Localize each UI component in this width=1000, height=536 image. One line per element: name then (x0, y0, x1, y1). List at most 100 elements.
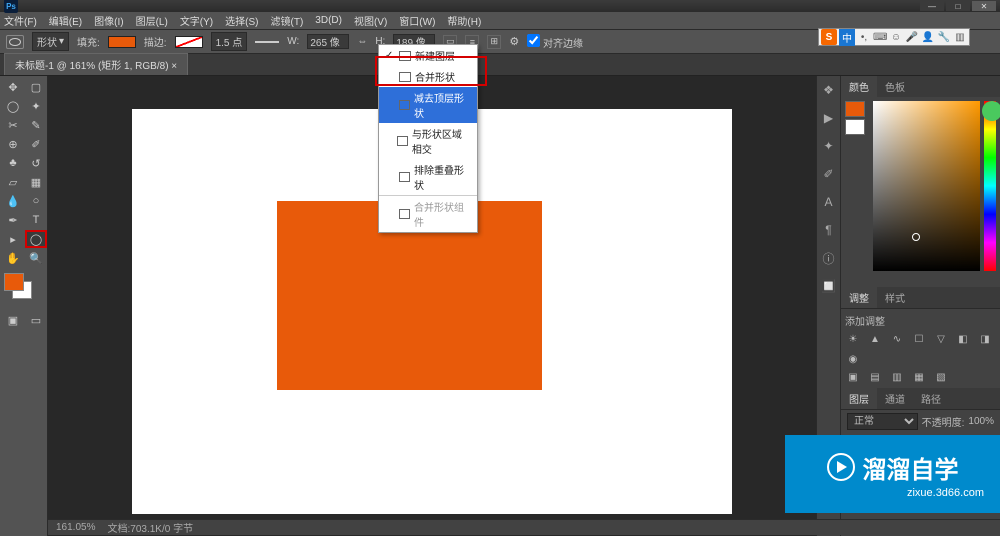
adj-selective-icon[interactable]: ▧ (933, 370, 949, 384)
fg-mini-swatch[interactable] (845, 101, 865, 117)
gradient-tool[interactable]: ▦ (25, 173, 47, 191)
path-arrange-button[interactable]: ⊞ (487, 35, 501, 49)
dock-info-icon[interactable]: ⓘ (821, 250, 837, 266)
screen-mode-button[interactable]: ▭ (25, 311, 47, 329)
dock-properties-icon[interactable]: ✦ (821, 138, 837, 154)
menu-image[interactable]: 图像(I) (94, 13, 123, 28)
adj-brightness-icon[interactable]: ☀ (845, 332, 861, 346)
adj-levels-icon[interactable]: ▲ (867, 332, 883, 346)
zoom-level[interactable]: 161.05% (56, 522, 95, 533)
quick-mask-button[interactable]: ▣ (2, 311, 24, 329)
marquee-tool[interactable]: ▢ (25, 78, 47, 96)
ime-skin-icon[interactable]: ▥ (953, 32, 967, 43)
ime-toolbar[interactable]: S 中 •, ⌨ ☺ 🎤 👤 🔧 ▥ (818, 28, 970, 46)
dock-character-icon[interactable]: A (821, 194, 837, 210)
menu-3d[interactable]: 3D(D) (315, 15, 342, 26)
adj-posterize-icon[interactable]: ▤ (867, 370, 883, 384)
menu-type[interactable]: 文字(Y) (180, 13, 213, 28)
swatches-panel-tab[interactable]: 色板 (877, 76, 913, 97)
hand-tool[interactable]: ✋ (2, 249, 24, 267)
menu-edit[interactable]: 编辑(E) (49, 13, 82, 28)
blur-tool[interactable]: 💧 (2, 192, 24, 210)
close-button[interactable]: ✕ (972, 1, 996, 11)
stroke-width-input[interactable]: 1.5 点 (211, 32, 248, 51)
ime-user-icon[interactable]: 👤 (921, 32, 935, 43)
foreground-color-swatch[interactable] (4, 273, 24, 291)
paths-panel-tab[interactable]: 路径 (913, 388, 949, 409)
color-swatches[interactable] (2, 273, 38, 305)
adj-bw-icon[interactable]: ◨ (977, 332, 993, 346)
type-tool[interactable]: T (25, 211, 47, 229)
crop-tool[interactable]: ✂ (2, 116, 24, 134)
dock-navigator-icon[interactable]: 🔲 (821, 278, 837, 294)
magic-wand-tool[interactable]: ✦ (25, 97, 47, 115)
color-panel-tab[interactable]: 颜色 (841, 76, 877, 97)
menu-layer[interactable]: 图层(L) (136, 13, 168, 28)
adj-exposure-icon[interactable]: ☐ (911, 332, 927, 346)
adj-threshold-icon[interactable]: ▥ (889, 370, 905, 384)
menu-subtract-front[interactable]: 减去顶层形状 (379, 87, 477, 123)
blend-mode-select[interactable]: 正常 (847, 413, 918, 430)
path-select-tool[interactable]: ▸ (2, 230, 24, 248)
ime-logo-icon[interactable]: S (821, 29, 837, 45)
dock-paragraph-icon[interactable]: ¶ (821, 222, 837, 238)
adj-invert-icon[interactable]: ▣ (845, 370, 861, 384)
history-brush-tool[interactable]: ↺ (25, 154, 47, 172)
menu-exclude-overlap[interactable]: 排除重叠形状 (379, 159, 477, 195)
dodge-tool[interactable]: ○ (25, 192, 47, 210)
menu-filter[interactable]: 滤镜(T) (271, 13, 304, 28)
brush-tool[interactable]: ✐ (25, 135, 47, 153)
menu-window[interactable]: 窗口(W) (399, 13, 435, 28)
pen-tool[interactable]: ✒ (2, 211, 24, 229)
ime-emoji-icon[interactable]: ☺ (889, 32, 903, 43)
adjustments-panel-tab[interactable]: 调整 (841, 287, 877, 308)
opacity-value[interactable]: 100% (968, 416, 994, 427)
stroke-swatch[interactable] (175, 36, 203, 48)
adj-photo-filter-icon[interactable]: ◉ (845, 352, 861, 366)
adj-gradient-map-icon[interactable]: ▦ (911, 370, 927, 384)
adj-curves-icon[interactable]: ∿ (889, 332, 905, 346)
zoom-tool[interactable]: 🔍 (25, 249, 47, 267)
eraser-tool[interactable]: ▱ (2, 173, 24, 191)
menu-view[interactable]: 视图(V) (354, 13, 387, 28)
styles-panel-tab[interactable]: 样式 (877, 287, 913, 308)
stroke-style-dropdown[interactable] (255, 41, 279, 43)
shape-mode-dropdown[interactable]: 形状 ▾ (32, 32, 69, 51)
doc-tab[interactable]: 未标题-1 @ 161% (矩形 1, RGB/8) × (4, 53, 188, 75)
adj-vibrance-icon[interactable]: ▽ (933, 332, 949, 346)
menu-select[interactable]: 选择(S) (225, 13, 258, 28)
ellipse-tool[interactable]: ◯ (25, 230, 47, 248)
align-edges-checkbox[interactable]: 对齐边缘 (527, 34, 583, 50)
menu-help[interactable]: 帮助(H) (447, 13, 481, 28)
settings-gear-icon[interactable]: ⚙ (509, 35, 519, 48)
fill-swatch[interactable] (108, 36, 136, 48)
hue-slider[interactable] (984, 101, 996, 271)
tool-preview-icon[interactable] (6, 35, 24, 49)
channels-panel-tab[interactable]: 通道 (877, 388, 913, 409)
menu-merge-shapes[interactable]: 合并形状 (379, 66, 477, 87)
ime-keyboard-icon[interactable]: ⌨ (873, 32, 887, 43)
menu-intersect[interactable]: 与形状区域相交 (379, 123, 477, 159)
color-picker-cursor[interactable] (912, 233, 920, 241)
ime-punct-icon[interactable]: •, (857, 32, 871, 43)
ime-mic-icon[interactable]: 🎤 (905, 32, 919, 43)
maximize-button[interactable]: □ (946, 1, 970, 11)
ime-lang-button[interactable]: 中 (839, 29, 855, 46)
dock-history-icon[interactable]: ❖ (821, 82, 837, 98)
bg-mini-swatch[interactable] (845, 119, 865, 135)
menu-file[interactable]: 文件(F) (4, 13, 37, 28)
width-input[interactable] (307, 34, 349, 49)
move-tool[interactable]: ✥ (2, 78, 24, 96)
link-wh-icon[interactable]: ⇔ (357, 36, 367, 47)
layers-panel-tab[interactable]: 图层 (841, 388, 877, 409)
color-picker[interactable] (873, 101, 980, 271)
eyedropper-tool[interactable]: ✎ (25, 116, 47, 134)
menu-new-layer[interactable]: ✓新建图层 (379, 45, 477, 66)
dock-actions-icon[interactable]: ▶ (821, 110, 837, 126)
adj-hue-icon[interactable]: ◧ (955, 332, 971, 346)
healing-tool[interactable]: ⊕ (2, 135, 24, 153)
ime-settings-icon[interactable]: 🔧 (937, 32, 951, 43)
minimize-button[interactable]: — (920, 1, 944, 11)
lasso-tool[interactable]: ◯ (2, 97, 24, 115)
stamp-tool[interactable]: ♣ (2, 154, 24, 172)
